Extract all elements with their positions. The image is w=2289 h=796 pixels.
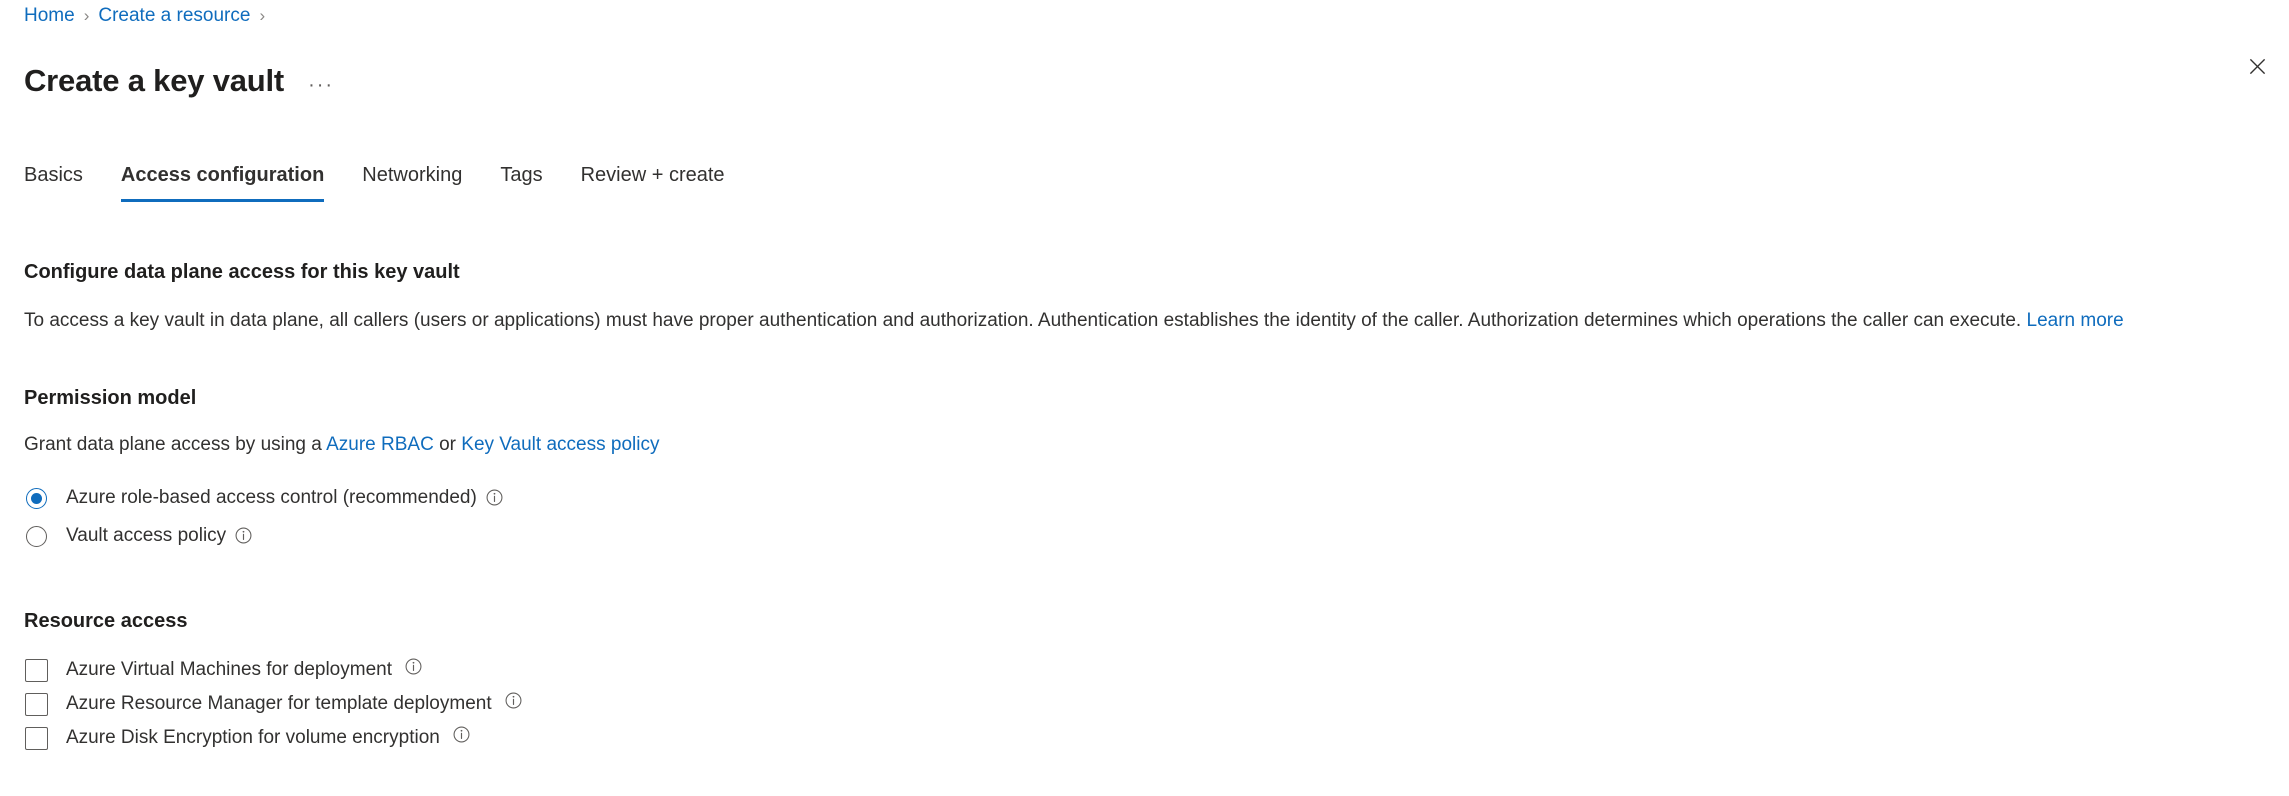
- breadcrumb-separator-icon: ›: [83, 6, 90, 25]
- checkbox-azure-disk-encryption[interactable]: Azure Disk Encryption for volume encrypt…: [24, 721, 2265, 755]
- section-heading-permission-model: Permission model: [24, 387, 197, 409]
- access-description: To access a key vault in data plane, all…: [24, 308, 2265, 334]
- radio-label-vault-access-policy: Vault access policy: [66, 525, 227, 546]
- radio-mark-icon: [26, 487, 47, 509]
- learn-more-link[interactable]: Learn more: [2027, 310, 2124, 331]
- permission-model-description: Grant data plane access by using a Azure…: [24, 432, 2265, 458]
- info-icon[interactable]: [453, 726, 470, 743]
- ellipsis-icon[interactable]: ···: [306, 73, 336, 99]
- checkbox-azure-resource-manager[interactable]: Azure Resource Manager for template depl…: [24, 687, 2265, 721]
- breadcrumb-separator-icon: ›: [259, 6, 266, 25]
- radio-vault-access-policy[interactable]: Vault access policy: [24, 517, 2265, 555]
- page-title-row: Create a key vault ···: [24, 40, 336, 122]
- access-description-text: To access a key vault in data plane, all…: [24, 310, 2022, 331]
- permission-model-radio-group: Azure role-based access control (recomme…: [24, 479, 2265, 555]
- close-icon[interactable]: [2241, 50, 2273, 82]
- breadcrumb-item-create-a-resource[interactable]: Create a resource: [98, 2, 250, 30]
- tab-bar: Basics Access configuration Networking T…: [24, 158, 725, 202]
- key-vault-access-policy-link[interactable]: Key Vault access policy: [461, 434, 659, 455]
- checkbox-label-azure-virtual-machines: Azure Virtual Machines for deployment: [66, 659, 392, 680]
- info-icon[interactable]: [405, 658, 422, 675]
- permission-model-prefix: Grant data plane access by using a: [24, 434, 322, 455]
- checkbox-mark-icon: [25, 692, 48, 716]
- info-icon[interactable]: [235, 527, 252, 544]
- tab-tags[interactable]: Tags: [500, 158, 542, 202]
- tab-review-create[interactable]: Review + create: [581, 158, 725, 202]
- permission-model-section: Permission model Grant data plane access…: [24, 384, 2265, 555]
- tab-access-configuration[interactable]: Access configuration: [120, 158, 325, 202]
- resource-access-section: Resource access Azure Virtual Machines f…: [24, 607, 2265, 755]
- page-title: Create a key vault: [24, 62, 285, 98]
- breadcrumb-item-home[interactable]: Home: [24, 2, 75, 30]
- permission-model-conjunction: or: [439, 434, 456, 455]
- checkbox-azure-virtual-machines[interactable]: Azure Virtual Machines for deployment: [24, 653, 2265, 687]
- radio-label-azure-rbac: Azure role-based access control (recomme…: [66, 487, 477, 508]
- checkbox-mark-icon: [25, 658, 48, 682]
- section-heading-resource-access: Resource access: [24, 610, 188, 632]
- azure-rbac-link[interactable]: Azure RBAC: [326, 434, 434, 455]
- checkbox-label-azure-disk-encryption: Azure Disk Encryption for volume encrypt…: [66, 727, 440, 748]
- radio-mark-icon: [26, 525, 47, 547]
- checkbox-mark-icon: [25, 726, 48, 750]
- breadcrumb: Home › Create a resource ›: [24, 2, 274, 30]
- main-content: Configure data plane access for this key…: [24, 258, 2265, 755]
- tab-basics[interactable]: Basics: [24, 158, 83, 202]
- info-icon[interactable]: [486, 489, 503, 506]
- info-icon[interactable]: [505, 692, 522, 709]
- tab-networking[interactable]: Networking: [362, 158, 462, 202]
- radio-azure-rbac[interactable]: Azure role-based access control (recomme…: [24, 479, 2265, 517]
- resource-access-checkbox-group: Azure Virtual Machines for deployment Az…: [24, 653, 2265, 755]
- section-heading-configure-data-plane-access: Configure data plane access for this key…: [24, 261, 460, 283]
- checkbox-label-azure-resource-manager: Azure Resource Manager for template depl…: [66, 693, 492, 714]
